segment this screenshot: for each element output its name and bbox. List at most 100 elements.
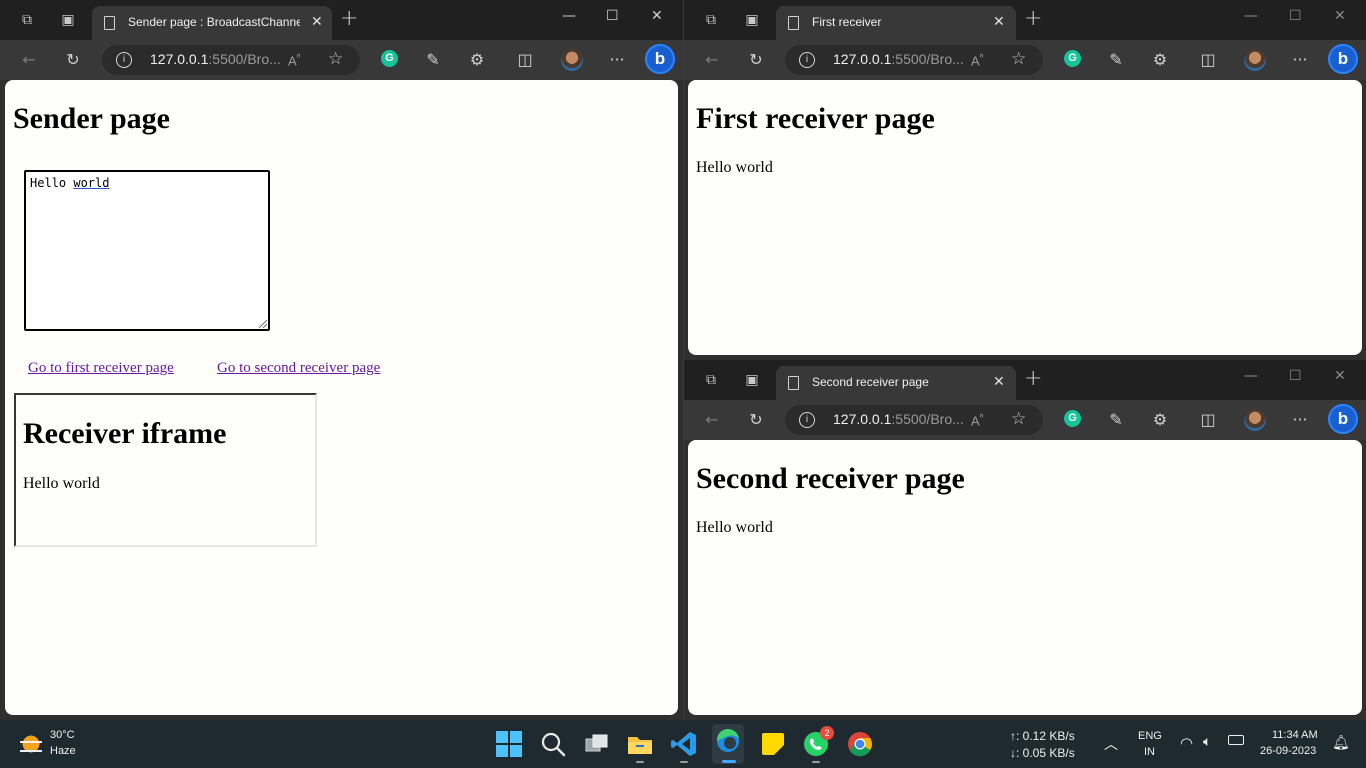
grammarly-icon[interactable]: G — [381, 50, 398, 67]
close-window-button[interactable]: ✕ — [1334, 368, 1346, 384]
second-receiver-window: ⧉ ▣ Second receiver page ✕ + — ☐ ✕ ← ↻ i… — [684, 360, 1366, 720]
tab-title: First receiver — [812, 15, 882, 29]
second-receiver-link[interactable]: Go to second receiver page — [217, 360, 380, 377]
favorite-star-icon[interactable]: ☆ — [1011, 409, 1026, 429]
more-icon[interactable]: ··· — [1290, 50, 1310, 70]
weather-temperature[interactable]: 30°C — [50, 729, 75, 741]
notification-badge: 2 — [820, 726, 834, 740]
split-screen-icon[interactable]: ◫ — [515, 50, 535, 70]
browser-toolbar: ← ↻ i 127.0.0.1:5500/Bro... Aⁿ ☆ G ✎ ⚙ ◫… — [684, 400, 1366, 440]
vscode-icon[interactable] — [670, 730, 698, 763]
workspaces-icon[interactable]: ⧉ — [17, 10, 37, 30]
back-icon[interactable]: ← — [702, 410, 722, 430]
workspaces-icon[interactable]: ⧉ — [701, 10, 721, 30]
read-aloud-icon[interactable]: Aⁿ — [288, 51, 301, 68]
task-view-icon[interactable] — [583, 730, 611, 758]
info-icon[interactable]: i — [799, 52, 815, 68]
info-icon[interactable]: i — [799, 412, 815, 428]
minimize-button[interactable]: — — [1244, 8, 1258, 24]
first-receiver-link[interactable]: Go to first receiver page — [28, 360, 174, 377]
address-bar[interactable]: i 127.0.0.1:5500/Bro... Aⁿ ☆ — [785, 45, 1043, 75]
tab-second-receiver[interactable]: Second receiver page ✕ — [776, 366, 1016, 400]
more-icon[interactable]: ··· — [607, 50, 627, 70]
profile-avatar[interactable] — [561, 49, 583, 71]
tab-actions-icon[interactable]: ▣ — [742, 370, 762, 390]
bing-icon[interactable]: b — [645, 44, 675, 74]
address-bar[interactable]: i 127.0.0.1:5500/Bro... Aⁿ ☆ — [102, 45, 360, 75]
minimize-button[interactable]: — — [1244, 368, 1258, 384]
close-window-button[interactable]: ✕ — [651, 8, 663, 24]
bing-icon[interactable]: b — [1328, 404, 1358, 434]
page-title: Sender page — [13, 102, 170, 135]
clock-date[interactable]: 26-09-2023 — [1260, 745, 1316, 757]
wifi-icon[interactable]: ◠ — [1180, 734, 1193, 752]
iframe-message: Hello world — [23, 475, 100, 492]
maximize-button[interactable]: ☐ — [1289, 8, 1302, 24]
close-tab-icon[interactable]: ✕ — [311, 14, 323, 30]
maximize-button[interactable]: ☐ — [1289, 368, 1302, 384]
chrome-icon[interactable] — [846, 730, 874, 758]
address-bar[interactable]: i 127.0.0.1:5500/Bro... Aⁿ ☆ — [785, 405, 1043, 435]
resize-handle[interactable] — [259, 320, 267, 328]
sticky-notes-icon[interactable] — [759, 730, 787, 758]
tab-strip: ⧉ ▣ Sender page : BroadcastChannel ✕ + —… — [0, 0, 683, 40]
weather-description[interactable]: Haze — [50, 745, 76, 757]
profile-avatar[interactable] — [1244, 409, 1266, 431]
profile-avatar[interactable] — [1244, 49, 1266, 71]
volume-icon[interactable]: 🔈︎ — [1203, 733, 1211, 750]
back-icon[interactable]: ← — [702, 50, 722, 70]
language-region[interactable]: IN — [1144, 746, 1155, 758]
page-icon — [788, 16, 799, 30]
maximize-button[interactable]: ☐ — [606, 8, 619, 24]
start-icon[interactable] — [495, 730, 523, 758]
received-message: Hello world — [696, 159, 773, 176]
extensions-icon[interactable]: ⚙ — [467, 50, 487, 70]
close-tab-icon[interactable]: ✕ — [993, 14, 1005, 30]
split-screen-icon[interactable]: ◫ — [1198, 410, 1218, 430]
new-tab-icon[interactable]: + — [1024, 8, 1042, 30]
favorite-star-icon[interactable]: ☆ — [1011, 49, 1026, 69]
bing-icon[interactable]: b — [1328, 44, 1358, 74]
tab-actions-icon[interactable]: ▣ — [58, 10, 78, 30]
tab-actions-icon[interactable]: ▣ — [742, 10, 762, 30]
battery-icon[interactable] — [1228, 735, 1244, 745]
tab-title: Sender page : BroadcastChannel — [128, 15, 300, 29]
read-aloud-icon[interactable]: Aⁿ — [971, 411, 984, 428]
eyedropper-icon[interactable]: ✎ — [1106, 410, 1126, 430]
extensions-icon[interactable]: ⚙ — [1150, 410, 1170, 430]
workspaces-icon[interactable]: ⧉ — [701, 370, 721, 390]
sender-browser-window: ⧉ ▣ Sender page : BroadcastChannel ✕ + —… — [0, 0, 683, 720]
new-tab-icon[interactable]: + — [340, 8, 358, 30]
edge-icon[interactable] — [712, 724, 744, 764]
more-icon[interactable]: ··· — [1290, 410, 1310, 430]
close-window-button[interactable]: ✕ — [1334, 8, 1346, 24]
show-hidden-icons-chevron[interactable]: ︿ — [1104, 734, 1118, 754]
tab-first-receiver[interactable]: First receiver ✕ — [776, 6, 1016, 40]
info-icon[interactable]: i — [116, 52, 132, 68]
eyedropper-icon[interactable]: ✎ — [1106, 50, 1126, 70]
clock-time[interactable]: 11:34 AM — [1272, 729, 1318, 741]
language-code[interactable]: ENG — [1138, 730, 1162, 742]
notification-icon[interactable]: 🔔︎ — [1332, 734, 1350, 751]
eyedropper-icon[interactable]: ✎ — [423, 50, 443, 70]
new-tab-icon[interactable]: + — [1024, 368, 1042, 390]
weather-icon[interactable] — [18, 731, 44, 757]
extensions-icon[interactable]: ⚙ — [1150, 50, 1170, 70]
read-aloud-icon[interactable]: Aⁿ — [971, 51, 984, 68]
minimize-button[interactable]: — — [562, 8, 576, 24]
tab-sender[interactable]: Sender page : BroadcastChannel ✕ — [92, 6, 332, 40]
close-tab-icon[interactable]: ✕ — [993, 374, 1005, 390]
whatsapp-icon[interactable]: 2 — [802, 726, 834, 763]
grammarly-icon[interactable]: G — [1064, 410, 1081, 427]
file-explorer-icon[interactable] — [626, 730, 654, 763]
message-textarea[interactable]: Hello world — [24, 170, 270, 331]
refresh-icon[interactable]: ↻ — [746, 50, 766, 70]
split-screen-icon[interactable]: ◫ — [1198, 50, 1218, 70]
refresh-icon[interactable]: ↻ — [746, 410, 766, 430]
search-icon[interactable] — [539, 730, 567, 758]
favorite-star-icon[interactable]: ☆ — [328, 49, 343, 69]
iframe-title: Receiver iframe — [23, 417, 227, 450]
back-icon[interactable]: ← — [19, 50, 39, 70]
grammarly-icon[interactable]: G — [1064, 50, 1081, 67]
refresh-icon[interactable]: ↻ — [63, 50, 83, 70]
